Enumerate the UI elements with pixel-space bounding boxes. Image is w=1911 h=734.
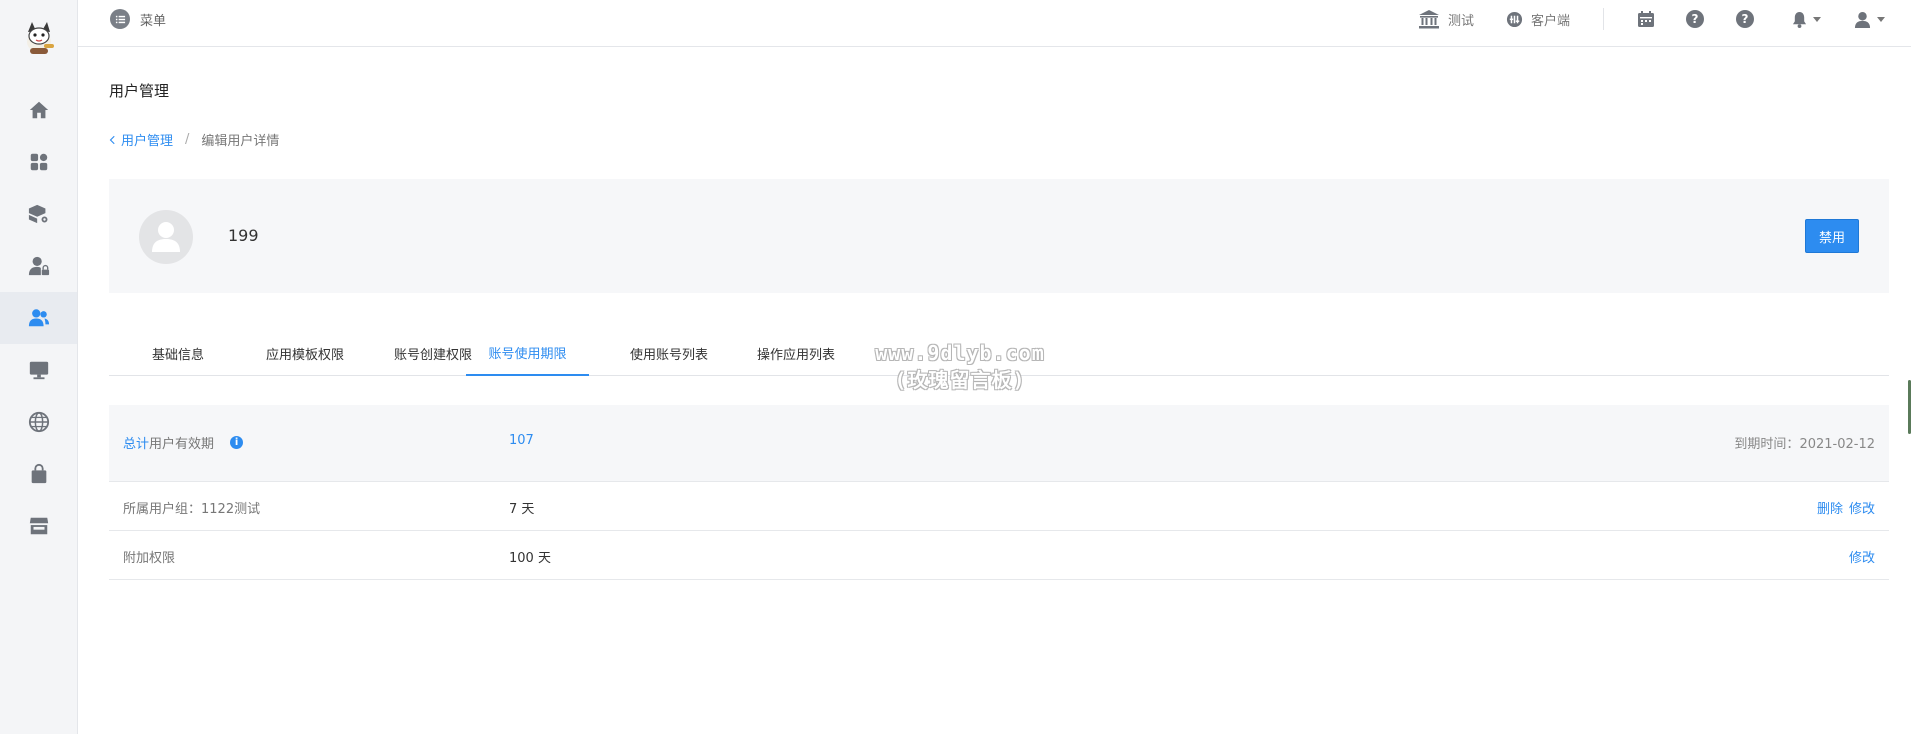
sidebar xyxy=(0,0,78,734)
sidebar-item-users[interactable] xyxy=(0,292,77,344)
table-row: 所属用户组：1122测试 7 天 删除 修改 xyxy=(109,482,1889,531)
user-menu-dropdown[interactable] xyxy=(1854,8,1885,30)
avatar xyxy=(139,210,193,264)
row-actions: 删除 修改 xyxy=(1817,498,1875,517)
users-icon xyxy=(28,309,49,327)
row-actions: 修改 xyxy=(1849,547,1875,566)
summary-label: 总计用户有效期 i xyxy=(123,433,244,452)
user-lock-icon xyxy=(28,256,49,276)
user-placeholder-icon xyxy=(152,222,180,252)
watermark: www.9dlyb.com (玫瑰留言板) xyxy=(860,340,1060,394)
tab-basic-info[interactable]: 基础信息 xyxy=(109,330,247,376)
bell-icon xyxy=(1792,11,1807,28)
header-test-link[interactable]: 测试 xyxy=(1418,8,1474,30)
row-label: 附加权限 xyxy=(123,551,176,566)
info-icon[interactable]: i xyxy=(230,436,244,449)
sidebar-item-apps[interactable] xyxy=(0,136,77,188)
top-header: 菜单 测试 客户端 ? ? xyxy=(78,0,1911,47)
summary-total-days: 107 xyxy=(509,433,534,448)
help-button[interactable]: ? xyxy=(1686,8,1704,30)
sidebar-item-store[interactable] xyxy=(0,500,77,552)
breadcrumb-current: 编辑用户详情 xyxy=(201,134,280,149)
notifications-dropdown[interactable] xyxy=(1792,8,1821,30)
tab-account-validity[interactable]: 账号使用期限 xyxy=(466,330,589,376)
row-value: 7 天 xyxy=(509,502,535,517)
edit-link[interactable]: 修改 xyxy=(1849,498,1875,517)
apps-icon xyxy=(30,153,47,171)
summary-label-rest: 用户有效期 xyxy=(149,437,215,452)
chevron-left-icon xyxy=(109,135,115,144)
help-docs-button[interactable]: ? xyxy=(1736,8,1754,30)
sidebar-item-packages[interactable] xyxy=(0,188,77,240)
help-icon: ? xyxy=(1736,10,1754,28)
breadcrumb-back-link[interactable]: 用户管理 xyxy=(109,130,173,149)
breadcrumb: 用户管理 / 编辑用户详情 xyxy=(109,130,279,149)
delete-link[interactable]: 删除 xyxy=(1817,498,1843,517)
summary-expiry: 到期时间：2021-02-12 xyxy=(1734,433,1875,452)
watermark-line-1: www.9dlyb.com xyxy=(875,341,1045,365)
menu-toggle[interactable]: 菜单 xyxy=(110,8,166,30)
calendar-icon xyxy=(1638,11,1654,27)
tab-operated-apps[interactable]: 操作应用列表 xyxy=(721,330,871,376)
table-row-summary: 总计用户有效期 i 107 到期时间：2021-02-12 xyxy=(109,405,1889,482)
header-test-label: 测试 xyxy=(1448,13,1475,29)
expiry-label: 到期时间： xyxy=(1734,437,1800,452)
sidebar-item-user-permissions[interactable] xyxy=(0,240,77,292)
header-client-label: 客户端 xyxy=(1531,13,1571,29)
globe-icon xyxy=(28,411,49,433)
menu-label: 菜单 xyxy=(140,13,167,29)
logo[interactable] xyxy=(20,18,58,58)
breadcrumb-back-label: 用户管理 xyxy=(121,134,174,149)
calendar-button[interactable] xyxy=(1637,8,1655,30)
chevron-down-icon xyxy=(1877,16,1885,22)
dashboard-icon xyxy=(1506,11,1523,27)
row-label: 所属用户组：1122测试 xyxy=(123,502,261,517)
logo-mascot-icon xyxy=(27,22,54,54)
header-divider xyxy=(1603,8,1604,30)
user-icon xyxy=(1854,11,1871,28)
sidebar-item-network[interactable] xyxy=(0,396,77,448)
store-icon xyxy=(29,517,48,535)
breadcrumb-separator: / xyxy=(185,132,190,147)
profile-card: 199 禁用 xyxy=(109,179,1889,293)
sidebar-item-devices[interactable] xyxy=(0,344,77,396)
row-value: 100 天 xyxy=(509,551,551,566)
summary-label-highlight: 总计 xyxy=(123,437,150,452)
help-icon: ? xyxy=(1686,10,1704,28)
username: 199 xyxy=(228,226,259,245)
shopping-bag-icon xyxy=(31,463,46,484)
package-settings-icon xyxy=(28,204,49,224)
expiry-date: 2021-02-12 xyxy=(1799,437,1875,452)
disable-button[interactable]: 禁用 xyxy=(1805,219,1859,253)
menu-list-icon xyxy=(110,9,130,29)
sidebar-item-home[interactable] xyxy=(0,84,77,136)
edit-link[interactable]: 修改 xyxy=(1849,547,1875,566)
watermark-line-2: (玫瑰留言板) xyxy=(894,368,1026,392)
table-row: 附加权限 100 天 修改 xyxy=(109,531,1889,580)
page-title: 用户管理 xyxy=(109,82,170,100)
monitor-icon xyxy=(29,361,48,380)
header-client-link[interactable]: 客户端 xyxy=(1506,8,1570,30)
bank-icon xyxy=(1419,10,1439,29)
sidebar-item-shop[interactable] xyxy=(0,448,77,500)
chevron-down-icon xyxy=(1813,16,1821,22)
home-icon xyxy=(29,101,48,119)
